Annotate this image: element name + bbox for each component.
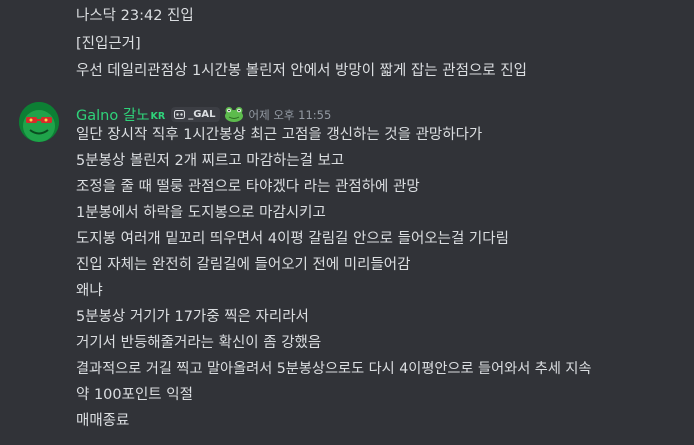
message-line: 5분봉상 볼린저 2개 찌르고 마감하는걸 보고 [76, 153, 345, 169]
guild-tag-label: _GAL [188, 108, 216, 120]
message-line: 왜냐 [76, 283, 103, 299]
message-line: 약 100포인트 익절 [76, 387, 193, 403]
message-header: Galno 갈노 KR _GAL 어제 오후 11:55 [76, 104, 331, 124]
message-line: 나스닥 23:42 진입 [76, 8, 194, 24]
avatar-image [19, 102, 59, 142]
message-line: 결과적으로 거길 찍고 말아올려서 5분봉상으로도 다시 4이평안으로 들어와서… [76, 361, 592, 377]
chat-messages: 나스닥 23:42 진입 [진입근거] 우선 데일리관점상 1시간봉 볼린저 안… [0, 0, 694, 445]
avatar[interactable] [19, 102, 59, 142]
message-line: 조정을 줄 때 떨룽 관점으로 타야겠다 라는 관점하에 관망 [76, 179, 420, 195]
frog-emoji-icon [224, 106, 244, 122]
message-line: 1분봉에서 하락을 도지봉으로 마감시키고 [76, 205, 326, 221]
guild-tag[interactable]: _GAL [171, 106, 220, 122]
message-line: 진입 자체는 완전히 갈림길에 들어오기 전에 미리들어감 [76, 257, 411, 273]
message-line: 5분봉상 거기가 17가중 찍은 자리라서 [76, 309, 309, 325]
message-line: 우선 데일리관점상 1시간봉 볼린저 안에서 방망이 짧게 잡는 관점으로 진입 [76, 63, 527, 79]
username[interactable]: Galno 갈노 [76, 104, 150, 125]
message-line: 매매종료 [76, 413, 130, 429]
message-line: 거기서 반등해줄거라는 확신이 좀 강했음 [76, 335, 322, 351]
region-label: KR [150, 110, 166, 122]
message-line: [진입근거] [76, 36, 141, 52]
controller-icon [174, 109, 186, 119]
message-line: 도지봉 여러개 밑꼬리 띄우면서 4이평 갈림길 안으로 들어오는걸 기다림 [76, 231, 509, 247]
message-line: 일단 장시작 직후 1시간봉상 최근 고점을 갱신하는 것을 관망하다가 [76, 127, 483, 143]
timestamp: 어제 오후 11:55 [248, 108, 332, 122]
